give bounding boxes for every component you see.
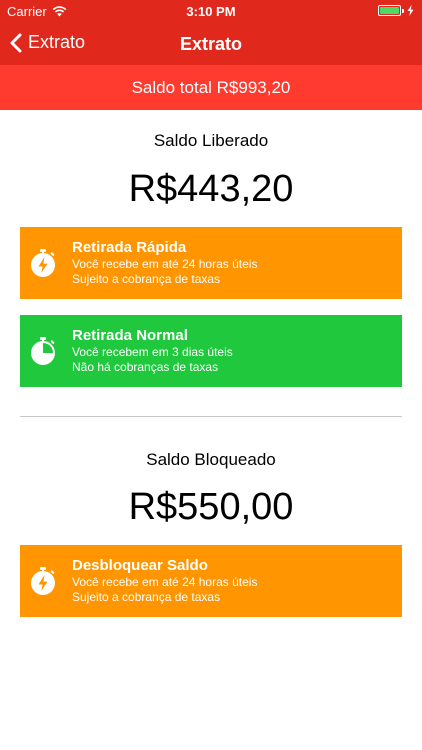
quick-withdraw-title: Retirada Rápida <box>72 239 187 256</box>
page-title: Extrato <box>179 34 242 54</box>
released-balance-amount: R$443,20 <box>128 168 294 210</box>
stopwatch-icon <box>31 337 55 365</box>
section-divider <box>20 416 402 417</box>
stopwatch-bolt-icon <box>31 567 55 595</box>
blocked-balance-label: Saldo Bloqueado <box>146 450 276 469</box>
battery-icon <box>378 5 401 16</box>
status-time: 3:10 PM <box>186 4 236 19</box>
normal-withdraw-title: Retirada Normal <box>72 327 188 344</box>
normal-withdraw-button[interactable]: Retirada Normal Você recebem em 3 dias ú… <box>20 315 402 387</box>
normal-withdraw-line1: Você recebem em 3 dias úteis <box>72 345 233 359</box>
total-balance-bar: Saldo total R$993,20 <box>0 65 422 110</box>
blocked-balance-amount: R$550,00 <box>128 486 294 528</box>
unblock-balance-title: Desbloquear Saldo <box>72 557 208 574</box>
quick-withdraw-line2: Sujeito a cobrança de taxas <box>72 272 221 286</box>
normal-withdraw-line2: Não há cobranças de taxas <box>72 360 219 374</box>
unblock-balance-button[interactable]: Desbloquear Saldo Você recebe em até 24 … <box>20 545 402 617</box>
quick-withdraw-button[interactable]: Retirada Rápida Você recebe em até 24 ho… <box>20 227 402 299</box>
charging-bolt-icon <box>407 5 414 16</box>
released-balance-label: Saldo Liberado <box>153 131 269 150</box>
top-bar: Carrier 3:10 PM Extrato Extrato <box>0 0 422 65</box>
unblock-balance-line2: Sujeito a cobrança de taxas <box>72 590 221 604</box>
unblock-balance-line1: Você recebe em até 24 horas úteis <box>72 575 258 589</box>
battery-indicator <box>378 5 414 16</box>
status-bar: Carrier 3:10 PM <box>0 0 422 22</box>
stopwatch-bolt-icon <box>31 249 55 277</box>
quick-withdraw-line1: Você recebe em até 24 horas úteis <box>72 257 258 271</box>
navigation-bar: Extrato Extrato <box>0 22 422 65</box>
